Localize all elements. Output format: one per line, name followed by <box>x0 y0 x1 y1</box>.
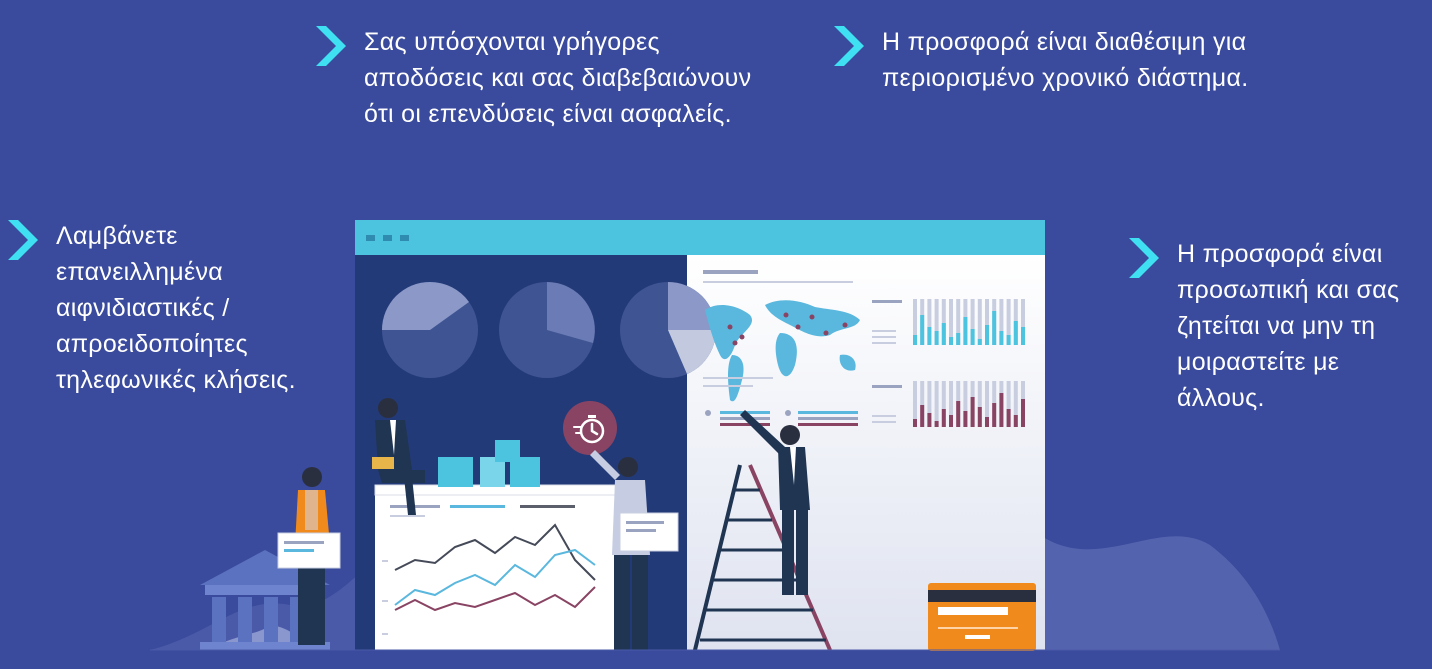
bar <box>977 339 982 345</box>
bar <box>1021 327 1025 345</box>
bar <box>1013 321 1018 345</box>
stopwatch-icon <box>563 401 617 455</box>
chevron-right-icon <box>834 26 864 66</box>
bullet-text: Η προσφορά είναι διαθέσιμη για περιορισμ… <box>882 28 1249 92</box>
pie-chart-icons <box>382 282 716 378</box>
chevron-right-icon <box>8 220 38 260</box>
bar <box>956 333 961 345</box>
bar <box>934 421 939 427</box>
bar <box>977 407 982 427</box>
bar <box>934 331 939 345</box>
bullet-text: Σας υπόσχονται γρήγορες αποδόσεις και σα… <box>364 28 752 128</box>
bar <box>1021 399 1025 427</box>
bar <box>970 397 975 427</box>
bar <box>949 337 953 345</box>
bar <box>913 419 917 427</box>
bar <box>970 329 975 345</box>
bar-track <box>934 381 939 427</box>
bar <box>992 403 997 427</box>
bar <box>913 335 917 345</box>
bar <box>963 411 968 427</box>
chevron-right-icon <box>316 26 346 66</box>
bar <box>927 327 932 345</box>
bar <box>941 409 946 427</box>
bar <box>949 415 953 427</box>
bar <box>999 331 1004 345</box>
bar <box>985 325 989 345</box>
bar <box>920 405 925 427</box>
bar <box>992 311 997 345</box>
investment-fraud-illustration <box>150 220 1280 651</box>
bar <box>999 393 1004 427</box>
bar <box>920 315 925 345</box>
window-title-bar <box>355 220 1045 255</box>
bar <box>1013 415 1018 427</box>
bullet-quick-returns: Σας υπόσχονται γρήγορες αποδόσεις και σα… <box>312 24 762 132</box>
bar <box>1006 335 1011 345</box>
credit-card-icon <box>928 583 1036 651</box>
bar <box>956 401 961 427</box>
bar-track <box>977 299 982 345</box>
bullet-limited-time: Η προσφορά είναι διαθέσιμη για περιορισμ… <box>830 24 1270 96</box>
bar <box>941 323 946 345</box>
bar <box>927 413 932 427</box>
bar <box>1006 409 1011 427</box>
bar <box>985 417 989 427</box>
bar <box>963 317 968 345</box>
